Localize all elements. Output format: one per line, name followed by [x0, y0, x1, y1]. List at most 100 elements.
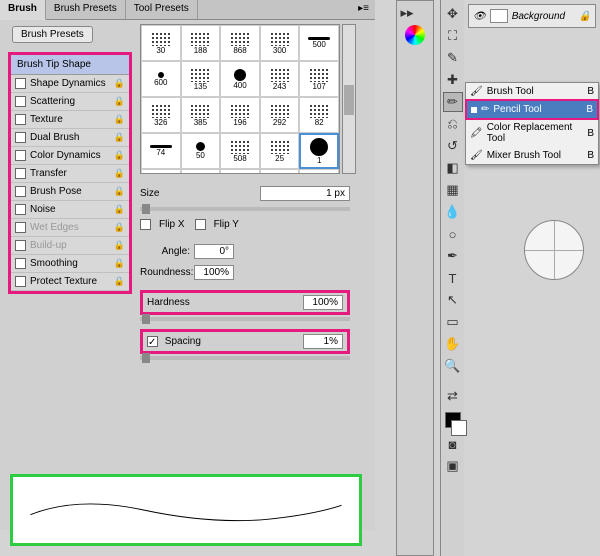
swap-colors-icon[interactable]: ⇄	[443, 386, 463, 406]
spacing-checkbox[interactable]: ✓	[147, 336, 158, 347]
brush-cell[interactable]: 112	[260, 169, 300, 174]
brush-cell[interactable]: 25	[220, 169, 260, 174]
brush-cell[interactable]: 243	[260, 61, 300, 97]
brush-cell[interactable]: 292	[260, 97, 300, 133]
flip-y-checkbox[interactable]	[195, 219, 206, 230]
brush-cell[interactable]: 600	[141, 61, 181, 97]
lock-icon[interactable]: 🔒	[114, 96, 125, 107]
brush-cell[interactable]: 326	[141, 97, 181, 133]
hand-tool-icon[interactable]: ✋	[443, 334, 463, 354]
option-noise[interactable]: Noise🔒	[11, 201, 129, 219]
checkbox[interactable]	[15, 132, 26, 143]
brush-cell[interactable]: 20	[141, 169, 181, 174]
gradient-tool-icon[interactable]: ▦	[443, 180, 463, 200]
checkbox[interactable]	[15, 258, 26, 269]
option-protect-texture[interactable]: Protect Texture🔒	[11, 273, 129, 291]
option-scattering[interactable]: Scattering🔒	[11, 93, 129, 111]
brush-presets-button[interactable]: Brush Presets	[12, 26, 93, 43]
flyout-pencil-tool[interactable]: ✏Pencil ToolB	[465, 99, 599, 120]
checkbox[interactable]	[15, 204, 26, 215]
brush-cell[interactable]: 107	[299, 61, 339, 97]
brush-cell[interactable]: 74	[141, 133, 181, 169]
flyout-brush-tool[interactable]: 🖌Brush ToolB	[466, 83, 598, 100]
angle-widget[interactable]	[524, 220, 584, 280]
lock-icon[interactable]: 🔒	[114, 168, 125, 179]
hardness-input[interactable]: 100%	[303, 295, 343, 310]
screenmode-icon[interactable]: ▣	[443, 456, 463, 476]
brush-cell[interactable]: 10	[181, 169, 221, 174]
brush-cell[interactable]: 400	[220, 61, 260, 97]
panel-menu-icon[interactable]: ▸≡	[352, 0, 375, 19]
layer-name[interactable]: Background	[512, 11, 565, 22]
brush-cell[interactable]: 196	[220, 97, 260, 133]
flip-x-checkbox[interactable]	[140, 219, 151, 230]
visibility-icon[interactable]: 👁	[473, 11, 486, 22]
color-wheel-icon[interactable]	[405, 25, 425, 45]
angle-input[interactable]: 0°	[194, 244, 234, 259]
pen-tool-icon[interactable]: ✒	[443, 246, 463, 266]
lock-icon[interactable]: 🔒	[114, 78, 125, 89]
brush-cell[interactable]: 25	[260, 133, 300, 169]
option-dual-brush[interactable]: Dual Brush🔒	[11, 129, 129, 147]
flyout-mixer-brush-tool[interactable]: 🖌Mixer Brush ToolB	[466, 147, 598, 164]
lock-icon[interactable]: 🔒	[114, 186, 125, 197]
tab-tool-presets[interactable]: Tool Presets	[126, 0, 198, 19]
spacing-input[interactable]: 1%	[303, 334, 343, 349]
menu-icon[interactable]: ▸▸	[397, 3, 417, 23]
lock-icon[interactable]: 🔒	[114, 114, 125, 125]
checkbox[interactable]	[15, 150, 26, 161]
spacing-slider[interactable]	[140, 356, 350, 360]
move-tool-icon[interactable]: ✥	[443, 4, 463, 24]
lock-icon[interactable]: 🔒	[114, 150, 125, 161]
dodge-tool-icon[interactable]: ○	[443, 224, 463, 244]
tab-brush[interactable]: Brush	[0, 0, 46, 20]
brush-cell[interactable]: 1	[299, 169, 339, 174]
checkbox[interactable]	[15, 114, 26, 125]
lock-icon[interactable]: 🔒	[114, 276, 125, 287]
size-input[interactable]: 1 px	[260, 186, 350, 201]
brush-cell[interactable]: 385	[181, 97, 221, 133]
brush-cell[interactable]: 82	[299, 97, 339, 133]
brush-cell[interactable]: 300	[260, 25, 300, 61]
brush-cell[interactable]: 1	[299, 133, 339, 169]
checkbox[interactable]	[15, 168, 26, 179]
stamp-tool-icon[interactable]: ⎌	[443, 114, 463, 134]
brush-cell[interactable]: 50	[181, 133, 221, 169]
blur-tool-icon[interactable]: 💧	[443, 202, 463, 222]
checkbox[interactable]	[15, 186, 26, 197]
brush-cell[interactable]: 30	[141, 25, 181, 61]
brush-cell[interactable]: 500	[299, 25, 339, 61]
option-shape-dynamics[interactable]: Shape Dynamics🔒	[11, 75, 129, 93]
brush-tip-grid[interactable]: 3018886830050060013540024310732638519629…	[140, 24, 340, 174]
layer-row-background[interactable]: 👁 Background 🔒	[468, 4, 596, 28]
option-smoothing[interactable]: Smoothing🔒	[11, 255, 129, 273]
eyedropper-tool-icon[interactable]: ✎	[443, 48, 463, 68]
option-transfer[interactable]: Transfer🔒	[11, 165, 129, 183]
quickmask-icon[interactable]: ◙	[443, 434, 463, 454]
path-select-tool-icon[interactable]: ↖	[443, 290, 463, 310]
size-slider[interactable]	[140, 207, 350, 211]
history-brush-tool-icon[interactable]: ↺	[443, 136, 463, 156]
background-swatch[interactable]	[451, 420, 467, 436]
lock-icon[interactable]: 🔒	[114, 204, 125, 215]
option-brush-pose[interactable]: Brush Pose🔒	[11, 183, 129, 201]
eraser-tool-icon[interactable]: ◧	[443, 158, 463, 178]
tab-brush-presets[interactable]: Brush Presets	[46, 0, 126, 19]
option-texture[interactable]: Texture🔒	[11, 111, 129, 129]
healing-tool-icon[interactable]: ✚	[443, 70, 463, 90]
brush-tip-shape-header[interactable]: Brush Tip Shape	[11, 55, 129, 75]
checkbox[interactable]	[15, 78, 26, 89]
lock-icon[interactable]: 🔒	[114, 258, 125, 269]
brush-cell[interactable]: 508	[220, 133, 260, 169]
brush-cell[interactable]: 135	[181, 61, 221, 97]
brush-cell[interactable]: 868	[220, 25, 260, 61]
option-color-dynamics[interactable]: Color Dynamics🔒	[11, 147, 129, 165]
zoom-tool-icon[interactable]: 🔍	[443, 356, 463, 376]
flyout-color-replacement-tool[interactable]: 🖍Color Replacement ToolB	[466, 119, 598, 147]
type-tool-icon[interactable]: T	[443, 268, 463, 288]
checkbox[interactable]	[15, 276, 26, 287]
roundness-input[interactable]: 100%	[194, 265, 234, 280]
crop-tool-icon[interactable]: ⛶	[443, 26, 463, 46]
checkbox[interactable]	[15, 96, 26, 107]
lock-icon[interactable]: 🔒	[114, 132, 125, 143]
